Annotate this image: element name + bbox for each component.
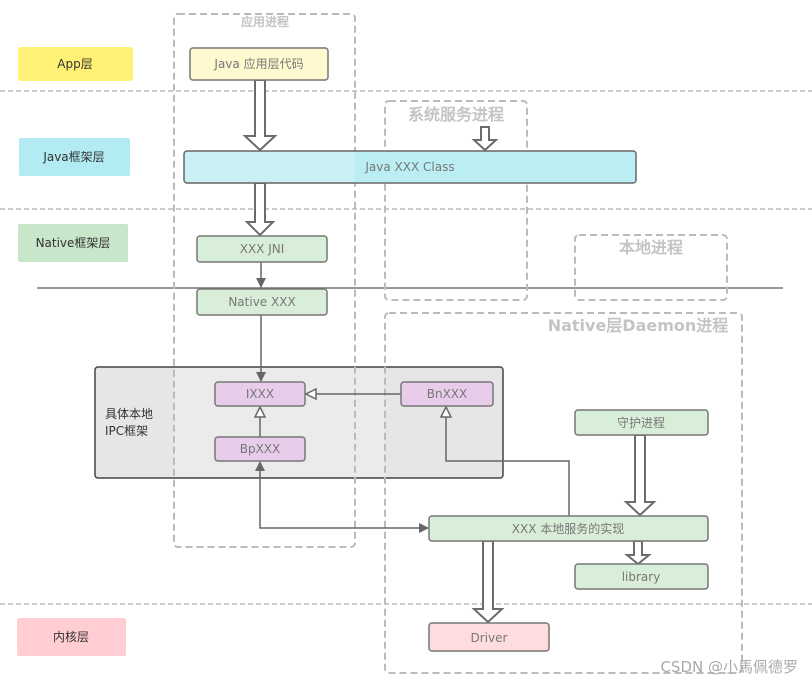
- layer-java: Java框架层: [19, 138, 130, 176]
- svg-text:内核层: 内核层: [53, 630, 89, 644]
- svg-text:Native XXX: Native XXX: [228, 295, 295, 309]
- layer-app: App层: [18, 47, 133, 81]
- block-arrow: [624, 540, 652, 566]
- block-arrow: [471, 126, 499, 152]
- process-system: 系统服务进程: [384, 100, 528, 301]
- svg-text:App层: App层: [57, 57, 92, 71]
- svg-text:XXX JNI: XXX JNI: [240, 242, 285, 256]
- svg-text:Java XXX Class: Java XXX Class: [364, 160, 454, 174]
- svg-text:Native框架层: Native框架层: [36, 236, 111, 250]
- node-daemon: 守护进程: [574, 409, 709, 436]
- svg-text:具体本地: 具体本地: [105, 407, 153, 421]
- process-local: 本地进程: [574, 234, 728, 301]
- svg-text:应用进程: 应用进程: [241, 14, 289, 29]
- svg-text:XXX 本地服务的实现: XXX 本地服务的实现: [512, 521, 624, 536]
- node-ixxx: IXXX: [214, 381, 306, 407]
- svg-text:本地进程: 本地进程: [619, 238, 683, 257]
- node-bpxxx: BpXXX: [214, 436, 306, 462]
- svg-text:Java框架层: Java框架层: [42, 150, 104, 164]
- svg-text:BnXXX: BnXXX: [427, 387, 468, 401]
- svg-text:library: library: [622, 570, 661, 584]
- svg-text:Native层Daemon进程: Native层Daemon进程: [548, 316, 729, 335]
- node-native-xxx: Native XXX: [196, 288, 328, 316]
- node-jni: XXX JNI: [196, 235, 328, 263]
- node-bnxxx: BnXXX: [400, 381, 494, 407]
- node-driver: Driver: [428, 622, 550, 652]
- node-java-class: Java XXX Class: [183, 150, 637, 184]
- block-arrow: [623, 434, 657, 517]
- layer-native: Native框架层: [18, 224, 128, 262]
- node-service-impl: XXX 本地服务的实现: [428, 515, 709, 542]
- svg-text:系统服务进程: 系统服务进程: [408, 105, 504, 124]
- watermark: CSDN @小馬佩德罗: [660, 658, 798, 676]
- svg-text:守护进程: 守护进程: [617, 415, 665, 430]
- svg-text:IXXX: IXXX: [246, 387, 274, 401]
- svg-text:IPC框架: IPC框架: [105, 424, 148, 438]
- svg-text:Java 应用层代码: Java 应用层代码: [213, 56, 303, 71]
- node-library: library: [574, 563, 709, 590]
- svg-text:Driver: Driver: [471, 631, 508, 645]
- block-arrow: [471, 540, 505, 624]
- layer-kernel: 内核层: [17, 618, 126, 656]
- node-java-app-code: Java 应用层代码: [189, 47, 329, 81]
- architecture-diagram: App层 Java框架层 Native框架层 内核层 具体本地 IPC框架 应用…: [0, 13, 812, 676]
- svg-text:BpXXX: BpXXX: [240, 442, 281, 456]
